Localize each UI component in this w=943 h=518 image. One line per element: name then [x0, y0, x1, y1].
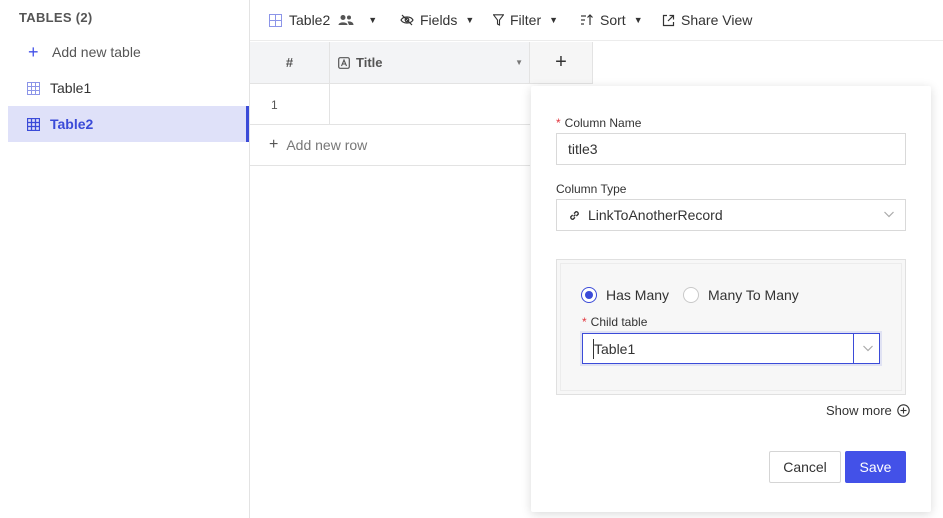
save-button[interactable]: Save — [845, 451, 906, 483]
column-header-label: Title — [356, 55, 383, 70]
plus-icon: + — [269, 136, 279, 153]
radio-many-to-many[interactable]: Many To Many — [683, 287, 799, 303]
sidebar-item-table1[interactable]: Table1 — [8, 70, 249, 106]
chevron-down-icon: ▼ — [633, 15, 643, 25]
add-column-button[interactable]: + — [530, 42, 593, 84]
plus-circle-icon — [897, 404, 910, 417]
chevron-down-icon[interactable] — [862, 342, 874, 354]
select-divider — [853, 334, 854, 363]
sort-icon — [581, 14, 593, 25]
radio-many-to-many-label: Many To Many — [708, 287, 799, 303]
toolbar: Table2 ▼ Fields ▼ Filter ▼ Sort ▼ Share … — [250, 0, 943, 41]
share-view-label: Share View — [681, 12, 753, 28]
column-type-value: LinkToAnotherRecord — [588, 207, 723, 223]
child-table-value: Table1 — [594, 340, 636, 357]
plus-icon: + — [28, 41, 39, 62]
radio-has-many-label: Has Many — [606, 287, 670, 303]
add-new-table-button[interactable]: + Add new table — [28, 42, 141, 62]
sidebar-item-label: Table2 — [50, 116, 94, 132]
radio-has-many[interactable]: Has Many — [581, 287, 669, 303]
table-row: 1 — [250, 84, 530, 125]
text-field-icon — [338, 56, 350, 69]
chevron-down-icon: ▼ — [549, 15, 559, 25]
filter-button[interactable]: Filter ▼ — [493, 0, 558, 41]
table-view-menu[interactable]: Table2 ▼ — [268, 0, 377, 41]
required-marker: * — [582, 315, 587, 329]
chevron-down-icon — [884, 211, 894, 218]
add-column-panel: * Column Name title3 Column Type LinkToAn… — [531, 86, 931, 512]
radio-checked-icon — [581, 287, 597, 303]
sidebar-item-table2[interactable]: Table2 — [8, 106, 249, 142]
sort-label: Sort — [600, 12, 626, 28]
current-table-name: Table2 — [289, 12, 331, 28]
table-icon — [27, 81, 40, 95]
collaborators-icon — [338, 15, 354, 25]
column-name-label: * Column Name — [556, 116, 642, 130]
eye-off-icon — [400, 14, 414, 26]
link-icon — [570, 210, 579, 220]
show-more-button[interactable]: Show more — [826, 403, 910, 418]
chevron-down-icon: ▼ — [368, 15, 378, 25]
filter-label: Filter — [510, 12, 542, 28]
row-number-header: # — [250, 42, 330, 84]
radio-unchecked-icon — [683, 287, 699, 303]
sort-button[interactable]: Sort ▼ — [580, 0, 643, 41]
column-header-title[interactable]: Title ▼ — [330, 42, 530, 84]
fields-button[interactable]: Fields ▼ — [400, 0, 474, 41]
sidebar: TABLES (2) + Add new table Table1 Table2 — [0, 0, 250, 518]
cancel-button[interactable]: Cancel — [769, 451, 841, 483]
sidebar-item-label: Table1 — [50, 80, 92, 96]
relation-options-box: Has Many Many To Many * Child table Table… — [556, 259, 906, 395]
open-external-icon — [662, 14, 675, 26]
add-new-table-label: Add new table — [52, 44, 141, 60]
column-type-label: Column Type — [556, 182, 627, 196]
chevron-down-icon: ▼ — [465, 15, 475, 25]
add-new-row-button[interactable]: + Add new row — [250, 125, 530, 166]
table-icon — [27, 117, 40, 131]
share-view-button[interactable]: Share View — [662, 0, 752, 41]
add-new-row-label: Add new row — [286, 137, 368, 153]
child-table-label: * Child table — [582, 315, 648, 329]
fields-label: Fields — [420, 12, 458, 28]
required-marker: * — [556, 116, 561, 130]
show-more-label: Show more — [826, 403, 892, 418]
column-type-select[interactable]: LinkToAnotherRecord — [556, 199, 906, 231]
table-icon — [269, 13, 282, 27]
row-number: 1 — [250, 84, 330, 125]
filter-icon — [493, 14, 504, 26]
column-name-input[interactable]: title3 — [556, 133, 906, 165]
chevron-down-icon[interactable]: ▼ — [515, 58, 523, 67]
child-table-select[interactable]: Table1 — [582, 333, 880, 364]
tables-header: TABLES (2) — [19, 10, 93, 25]
